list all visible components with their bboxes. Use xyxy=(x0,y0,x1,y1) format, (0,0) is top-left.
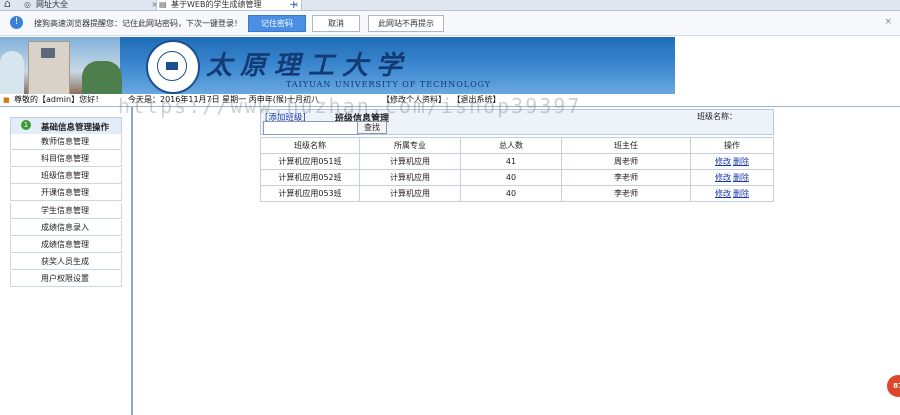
section-number-icon: 1 xyxy=(21,120,31,130)
table-row: 计算机应用052班 计算机应用 40 李老师 修改 删除 xyxy=(260,169,774,186)
sidebar-header[interactable]: 1 基础信息管理操作 xyxy=(10,117,122,135)
university-emblem-logo xyxy=(146,40,200,94)
sidebar-item-label: 成绩信息录入 xyxy=(41,223,89,232)
cell-count: 41 xyxy=(460,153,562,170)
campus-building-image xyxy=(0,37,122,94)
sidebar-item-student[interactable]: 学生信息管理 xyxy=(10,203,122,219)
cell-major: 计算机应用 xyxy=(359,185,461,202)
cell-class-name: 计算机应用051班 xyxy=(260,153,360,170)
edit-link[interactable]: 修改 xyxy=(715,173,731,182)
sidebar-item-subject[interactable]: 科目信息管理 xyxy=(10,151,122,167)
sidebar-item-permissions[interactable]: 用户权限设置 xyxy=(10,271,122,287)
university-title-cn: 太原理工大学 xyxy=(206,51,411,81)
new-tab-button[interactable]: + xyxy=(289,0,298,10)
globe-icon: ◎ xyxy=(24,0,31,9)
search-input[interactable] xyxy=(263,121,359,135)
class-name-label: 班级名称： xyxy=(697,112,737,121)
table-row: 计算机应用053班 计算机应用 40 李老师 修改 删除 xyxy=(260,185,774,202)
sidebar-header-label: 基础信息管理操作 xyxy=(41,123,110,133)
user-info-bar: ■ 尊敬的【admin】您好！ 今天是：2016年11月7日 星期一 丙申年(猴… xyxy=(0,95,675,105)
bullet-icon: ■ xyxy=(3,96,10,104)
university-title-en: TAIYUAN UNIVERSITY OF TECHNOLOGY xyxy=(286,80,492,89)
site-banner: 太原理工大学 TAIYUAN UNIVERSITY OF TECHNOLOGY xyxy=(0,37,675,94)
welcome-text: 尊敬的【admin】您好！ xyxy=(14,95,104,104)
sidebar-item-label: 获奖人员生成 xyxy=(41,257,89,266)
cell-actions: 修改 删除 xyxy=(690,185,774,202)
frame-splitter[interactable] xyxy=(131,107,133,415)
sidebar-item-awards[interactable]: 获奖人员生成 xyxy=(10,254,122,270)
cell-class-name: 计算机应用053班 xyxy=(260,185,360,202)
close-icon[interactable]: × xyxy=(884,17,892,27)
cell-teacher: 周老师 xyxy=(561,153,691,170)
edit-profile-link[interactable]: 【修改个人资料】 xyxy=(382,95,446,104)
cell-count: 40 xyxy=(460,185,562,202)
column-header: 班级名称 xyxy=(260,137,360,154)
cell-teacher: 李老师 xyxy=(561,169,691,186)
sidebar-item-score-entry[interactable]: 成绩信息录入 xyxy=(10,220,122,236)
edit-link[interactable]: 修改 xyxy=(715,157,731,166)
sidebar-item-label: 学生信息管理 xyxy=(41,206,89,215)
browser-tab-bar: ⌂ ◎ 网址大全 × ▤ 基于WEB的学生成绩管理 × + xyxy=(0,0,900,11)
column-header: 所属专业 xyxy=(359,137,461,154)
never-for-site-button[interactable]: 此网站不再提示 xyxy=(368,15,444,32)
remember-password-button[interactable]: 记住密码 xyxy=(248,15,306,32)
page-icon: ▤ xyxy=(159,0,167,9)
column-header: 班主任 xyxy=(561,137,691,154)
delete-link[interactable]: 删除 xyxy=(733,157,749,166)
search-button[interactable]: 查找 xyxy=(357,121,387,134)
password-save-bar: ! 搜狗高速浏览器提醒您：记住此网站密码，下次一键登录！ 记住密码 取消 此网站… xyxy=(0,11,900,36)
cell-count: 40 xyxy=(460,169,562,186)
floating-badge[interactable]: 87 xyxy=(887,375,900,397)
sidebar-item-label: 教师信息管理 xyxy=(41,137,89,146)
sidebar-item-label: 班级信息管理 xyxy=(41,171,89,180)
cell-class-name: 计算机应用052班 xyxy=(260,169,360,186)
tab-label: 基于WEB的学生成绩管理 xyxy=(171,0,262,9)
tab-label: 网址大全 xyxy=(36,0,68,9)
logout-link[interactable]: 【退出系统】 xyxy=(453,95,501,104)
sidebar-item-label: 科目信息管理 xyxy=(41,154,89,163)
sidebar-item-label: 开课信息管理 xyxy=(41,188,89,197)
cell-teacher: 李老师 xyxy=(561,185,691,202)
table-row: 计算机应用051班 计算机应用 41 周老师 修改 删除 xyxy=(260,153,774,170)
table-header-row: 班级名称 所属专业 总人数 班主任 操作 xyxy=(260,137,774,154)
frame-border xyxy=(0,106,900,107)
edit-link[interactable]: 修改 xyxy=(715,189,731,198)
cell-major: 计算机应用 xyxy=(359,169,461,186)
class-table: 班级名称 所属专业 总人数 班主任 操作 计算机应用051班 计算机应用 41 … xyxy=(260,137,774,202)
sidebar-item-label: 成绩信息管理 xyxy=(41,240,89,249)
info-icon: ! xyxy=(10,16,23,29)
cancel-button[interactable]: 取消 xyxy=(312,15,360,32)
home-icon[interactable]: ⌂ xyxy=(4,0,18,10)
cell-actions: 修改 删除 xyxy=(690,153,774,170)
sidebar-item-score-manage[interactable]: 成绩信息管理 xyxy=(10,237,122,253)
sidebar-item-teacher[interactable]: 教师信息管理 xyxy=(10,134,122,150)
cell-major: 计算机应用 xyxy=(359,153,461,170)
delete-link[interactable]: 删除 xyxy=(733,173,749,182)
sidebar-item-class[interactable]: 班级信息管理 xyxy=(10,168,122,184)
password-bar-message: 搜狗高速浏览器提醒您：记住此网站密码，下次一键登录！ xyxy=(34,19,242,28)
browser-tab-active[interactable]: ▤ 基于WEB的学生成绩管理 × xyxy=(156,0,302,10)
sidebar-item-course[interactable]: 开课信息管理 xyxy=(10,185,122,201)
cell-actions: 修改 删除 xyxy=(690,169,774,186)
column-header: 总人数 xyxy=(460,137,562,154)
column-header: 操作 xyxy=(690,137,774,154)
browser-tab-nav[interactable]: ◎ 网址大全 × xyxy=(22,0,160,10)
date-text: 今天是：2016年11月7日 星期一 丙申年(猴)十月初八 xyxy=(128,95,319,104)
delete-link[interactable]: 删除 xyxy=(733,189,749,198)
sidebar-item-label: 用户权限设置 xyxy=(41,274,89,283)
content-header: [添加班级] 班级信息管理 查找 班级名称： xyxy=(260,109,774,135)
